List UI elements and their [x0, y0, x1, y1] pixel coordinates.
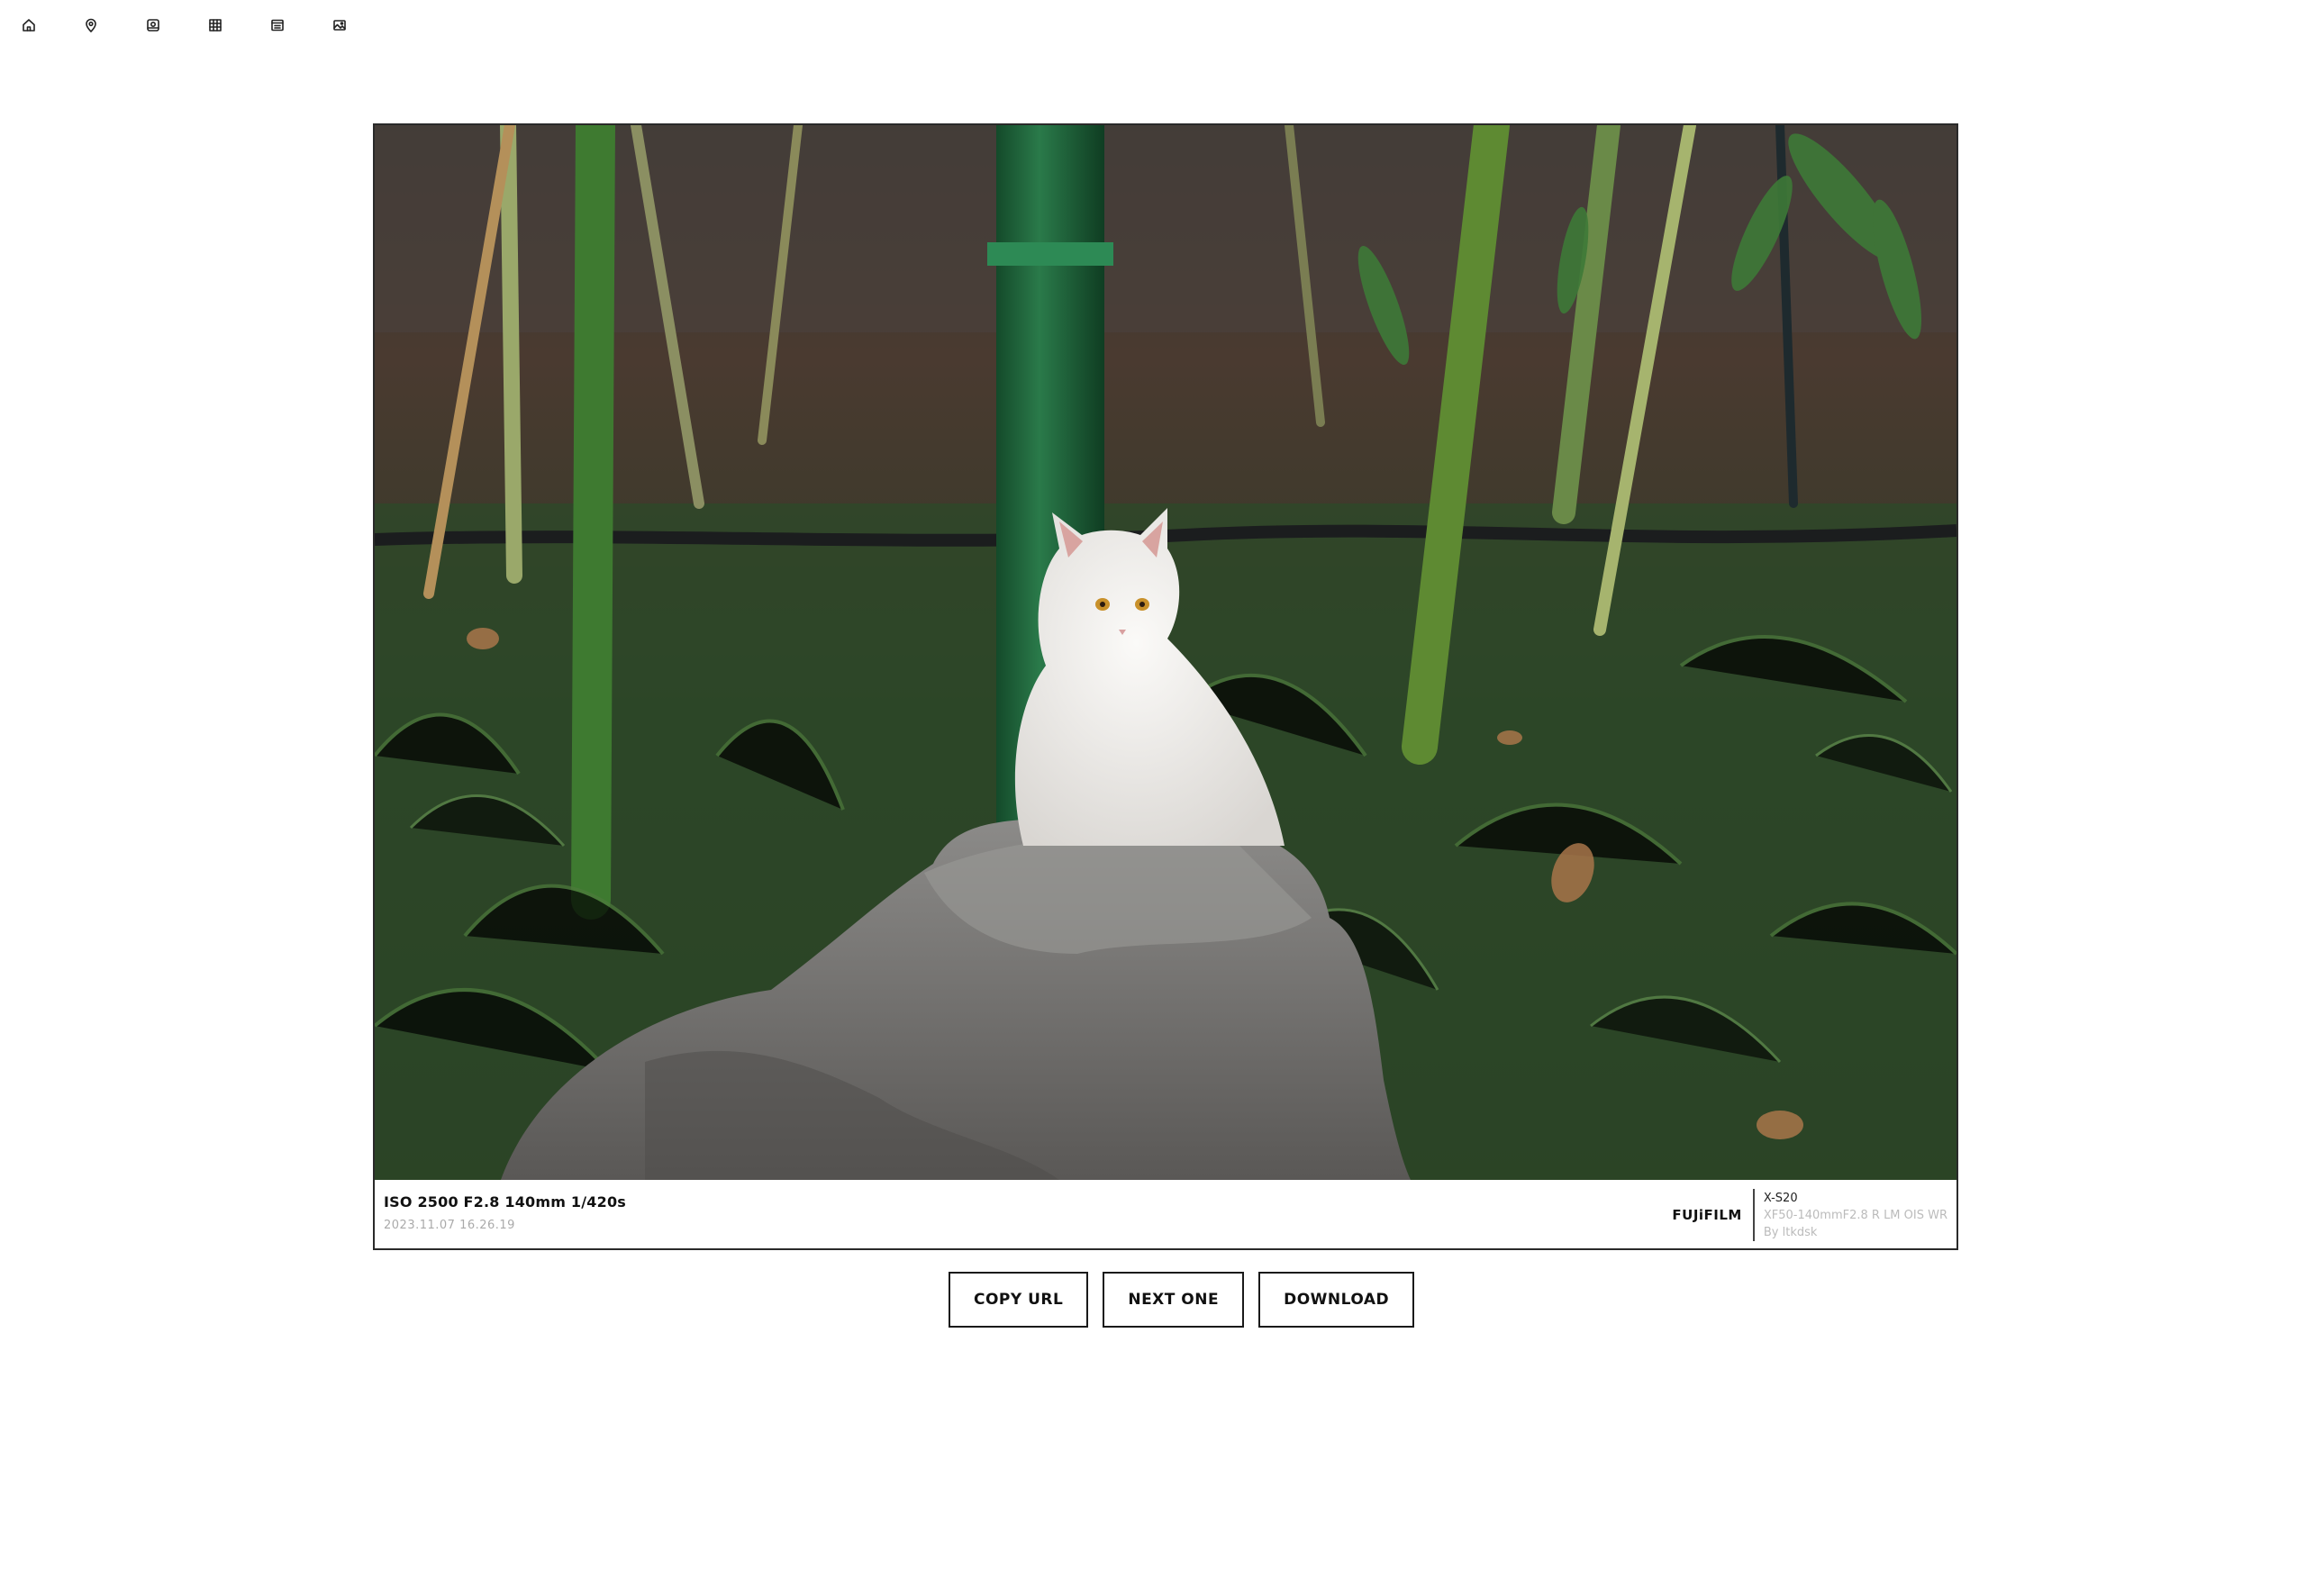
image-icon [333, 20, 346, 31]
author: By ltkdsk [1763, 1225, 1818, 1239]
exif-date: 2023.11.07 16.26.19 [384, 1219, 515, 1232]
copy-url-button[interactable]: COPY URL [949, 1272, 1089, 1328]
download-button[interactable]: DOWNLOAD [1258, 1272, 1415, 1328]
exif-params: ISO 2500 F2.8 140mm 1/420s [384, 1193, 627, 1211]
exif-bar: ISO 2500 F2.8 140mm 1/420s 2023.11.07 16… [375, 1180, 1956, 1248]
camera-details: X-S20 XF50-140mmF2.8 R LM OIS WR By ltkd… [1755, 1192, 1956, 1239]
nav-home-button[interactable] [13, 13, 75, 38]
camera-roll-icon [147, 19, 159, 32]
home-icon [23, 19, 35, 32]
camera-model: X-S20 [1763, 1191, 1798, 1205]
next-one-button[interactable]: NEXT ONE [1103, 1272, 1245, 1328]
photo-card: ISO 2500 F2.8 140mm 1/420s 2023.11.07 16… [373, 123, 1958, 1250]
nav-image-button[interactable] [323, 13, 386, 38]
photo-image [375, 125, 1956, 1180]
top-nav [13, 13, 386, 38]
map-pin-icon [86, 18, 96, 32]
lens-name: XF50-140mmF2.8 R LM OIS WR [1763, 1208, 1947, 1222]
nav-list-button[interactable] [261, 13, 323, 38]
grid-icon [209, 19, 222, 32]
nav-map-button[interactable] [75, 13, 137, 38]
nav-grid-button[interactable] [199, 13, 261, 38]
nav-camera-roll-button[interactable] [137, 13, 199, 38]
photo[interactable] [375, 125, 1956, 1180]
list-icon [271, 19, 284, 32]
action-bar: COPY URL NEXT ONE DOWNLOAD [949, 1272, 1415, 1328]
camera-info: FUJiFILM X-S20 XF50-140mmF2.8 R LM OIS W… [1672, 1189, 1956, 1241]
brand-logo: FUJiFILM [1672, 1207, 1742, 1223]
